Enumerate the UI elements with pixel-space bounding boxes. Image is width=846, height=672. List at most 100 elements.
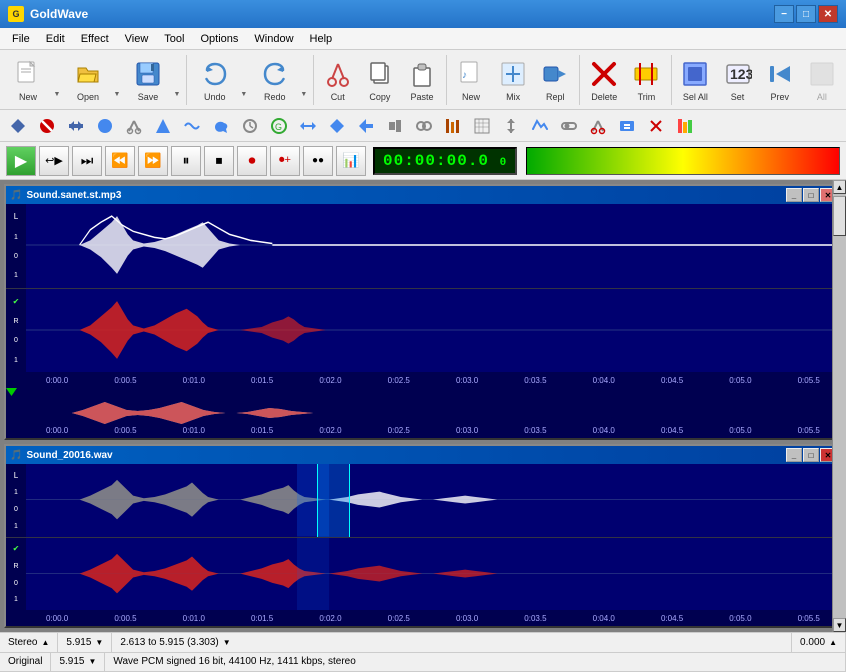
trim-label: Trim xyxy=(638,92,656,102)
value-cell[interactable]: 0.000 ▲ xyxy=(792,633,846,652)
tb2-btn-4[interactable] xyxy=(120,113,148,139)
menu-item-tool[interactable]: Tool xyxy=(156,31,192,47)
selall-button[interactable]: Sel All xyxy=(675,53,715,107)
scrollbar-down[interactable]: ▼ xyxy=(833,618,846,632)
maximize-button[interactable]: □ xyxy=(796,5,816,23)
redo-label: Redo xyxy=(264,92,286,102)
play-button[interactable]: ▶ xyxy=(6,146,36,176)
length-cell[interactable]: 5.915 ▼ xyxy=(58,633,112,652)
new-dropdown[interactable]: ▼ xyxy=(52,53,62,107)
wave-label-R-1: ✔ R 0 1 xyxy=(6,289,26,373)
wave-canvas-L-1[interactable] xyxy=(26,204,840,288)
monitor-button[interactable]: 📊 xyxy=(336,146,366,176)
wave-overview-1[interactable]: 0:00.0 0:00.5 0:01.0 0:01.5 0:02.0 0:02.… xyxy=(6,388,840,438)
tb2-btn-20[interactable] xyxy=(584,113,612,139)
delete-button[interactable]: Delete xyxy=(584,53,624,107)
tb2-btn-9[interactable]: G xyxy=(265,113,293,139)
main-scrollbar[interactable]: ▲ ▼ xyxy=(832,180,846,632)
tb2-btn-8[interactable] xyxy=(236,113,264,139)
cut-button[interactable]: Cut xyxy=(318,53,358,107)
wave-label-R-2: ✔ R 0 1 xyxy=(6,538,26,611)
tb2-btn-10[interactable] xyxy=(294,113,322,139)
wave-canvas-L-2[interactable] xyxy=(26,464,840,537)
stop-button[interactable]: ⏹ xyxy=(204,146,234,176)
paste-button[interactable]: Paste xyxy=(402,53,442,107)
copy-button[interactable]: Copy xyxy=(360,53,400,107)
tb2-btn-19[interactable] xyxy=(555,113,583,139)
redo-button[interactable]: Redo xyxy=(251,53,299,107)
tb2-btn-0[interactable] xyxy=(4,113,32,139)
tb2-btn-6[interactable] xyxy=(178,113,206,139)
tb2-btn-13[interactable] xyxy=(381,113,409,139)
tb2-btn-12[interactable] xyxy=(352,113,380,139)
undo-button[interactable]: Undo xyxy=(191,53,239,107)
time-value: 00:00:00.0 xyxy=(383,152,489,170)
wave-canvas-R-2[interactable] xyxy=(26,538,840,611)
tb2-btn-18[interactable] xyxy=(526,113,554,139)
time-display: 00:00:00.0 0 xyxy=(373,147,517,175)
mix-button[interactable]: Mix xyxy=(493,53,533,107)
timeline-labels-2: 0:00.0 0:00.5 0:01.0 0:01.5 0:02.0 0:02.… xyxy=(46,614,820,623)
repl-button[interactable]: Repl xyxy=(535,53,575,107)
wave-maximize-2[interactable]: □ xyxy=(803,448,819,462)
tb2-btn-16[interactable] xyxy=(468,113,496,139)
close-button[interactable]: ✕ xyxy=(818,5,838,23)
loop-play-button[interactable]: ↩▶ xyxy=(39,146,69,176)
all-button[interactable]: All xyxy=(802,53,842,107)
menu-item-file[interactable]: File xyxy=(4,31,38,47)
prev-label: Prev xyxy=(770,92,789,102)
open-button[interactable]: Open xyxy=(64,53,112,107)
minimize-button[interactable]: − xyxy=(774,5,794,23)
undo-dropdown[interactable]: ▼ xyxy=(239,53,249,107)
menu-item-effect[interactable]: Effect xyxy=(73,31,117,47)
length2-cell[interactable]: 5.915 ▼ xyxy=(51,653,105,672)
prev-button[interactable]: Prev xyxy=(760,53,800,107)
mix-icon xyxy=(497,58,529,90)
tb2-btn-23[interactable] xyxy=(671,113,699,139)
tb2-btn-7[interactable] xyxy=(207,113,235,139)
wave-minimize-2[interactable]: _ xyxy=(786,448,802,462)
tb2-btn-15[interactable] xyxy=(439,113,467,139)
new2-label: New xyxy=(462,92,480,102)
channel-cell[interactable]: Stereo ▲ xyxy=(0,633,58,652)
tb2-btn-3[interactable] xyxy=(91,113,119,139)
end-button[interactable]: ⏭ xyxy=(72,146,102,176)
save-button[interactable]: Save xyxy=(124,53,172,107)
wave-content-2: L 1 0 1 xyxy=(6,464,840,626)
record-button[interactable]: ⏺ xyxy=(237,146,267,176)
set-button[interactable]: 123 Set xyxy=(717,53,757,107)
menu-item-edit[interactable]: Edit xyxy=(38,31,73,47)
fast-forward-button[interactable]: ⏩ xyxy=(138,146,168,176)
trim-button[interactable]: Trim xyxy=(626,53,666,107)
rewind-button[interactable]: ⏪ xyxy=(105,146,135,176)
multi-btn[interactable]: ●● xyxy=(303,146,333,176)
scrollbar-up[interactable]: ▲ xyxy=(833,180,846,194)
tb2-btn-1[interactable] xyxy=(33,113,61,139)
redo-dropdown[interactable]: ▼ xyxy=(299,53,309,107)
tb2-btn-2[interactable] xyxy=(62,113,90,139)
new-btn-group: New ▼ xyxy=(4,53,62,107)
wave-canvas-R-1[interactable] xyxy=(26,289,840,373)
tb2-btn-14[interactable] xyxy=(410,113,438,139)
pause-button[interactable]: ⏸ xyxy=(171,146,201,176)
tb2-btn-22[interactable] xyxy=(642,113,670,139)
open-dropdown[interactable]: ▼ xyxy=(112,53,122,107)
new2-button[interactable]: ♪ New xyxy=(451,53,491,107)
repl-icon xyxy=(539,58,571,90)
selection-cell[interactable]: 2.613 to 5.915 (3.303) ▼ xyxy=(112,633,792,652)
wave-titlebar-1: 🎵 Sound.sanet.st.mp3 _ □ ✕ xyxy=(6,186,840,204)
tb2-btn-5[interactable] xyxy=(149,113,177,139)
new-button[interactable]: New xyxy=(4,53,52,107)
wave-maximize-1[interactable]: □ xyxy=(803,188,819,202)
tb2-btn-21[interactable] xyxy=(613,113,641,139)
record2-button[interactable]: ⏺+ xyxy=(270,146,300,176)
menu-item-view[interactable]: View xyxy=(117,31,157,47)
tb2-btn-17[interactable] xyxy=(497,113,525,139)
menu-item-options[interactable]: Options xyxy=(192,31,246,47)
menu-item-window[interactable]: Window xyxy=(246,31,301,47)
save-dropdown[interactable]: ▼ xyxy=(172,53,182,107)
menu-item-help[interactable]: Help xyxy=(302,31,341,47)
wave-minimize-1[interactable]: _ xyxy=(786,188,802,202)
scrollbar-thumb[interactable] xyxy=(833,196,846,236)
tb2-btn-11[interactable] xyxy=(323,113,351,139)
